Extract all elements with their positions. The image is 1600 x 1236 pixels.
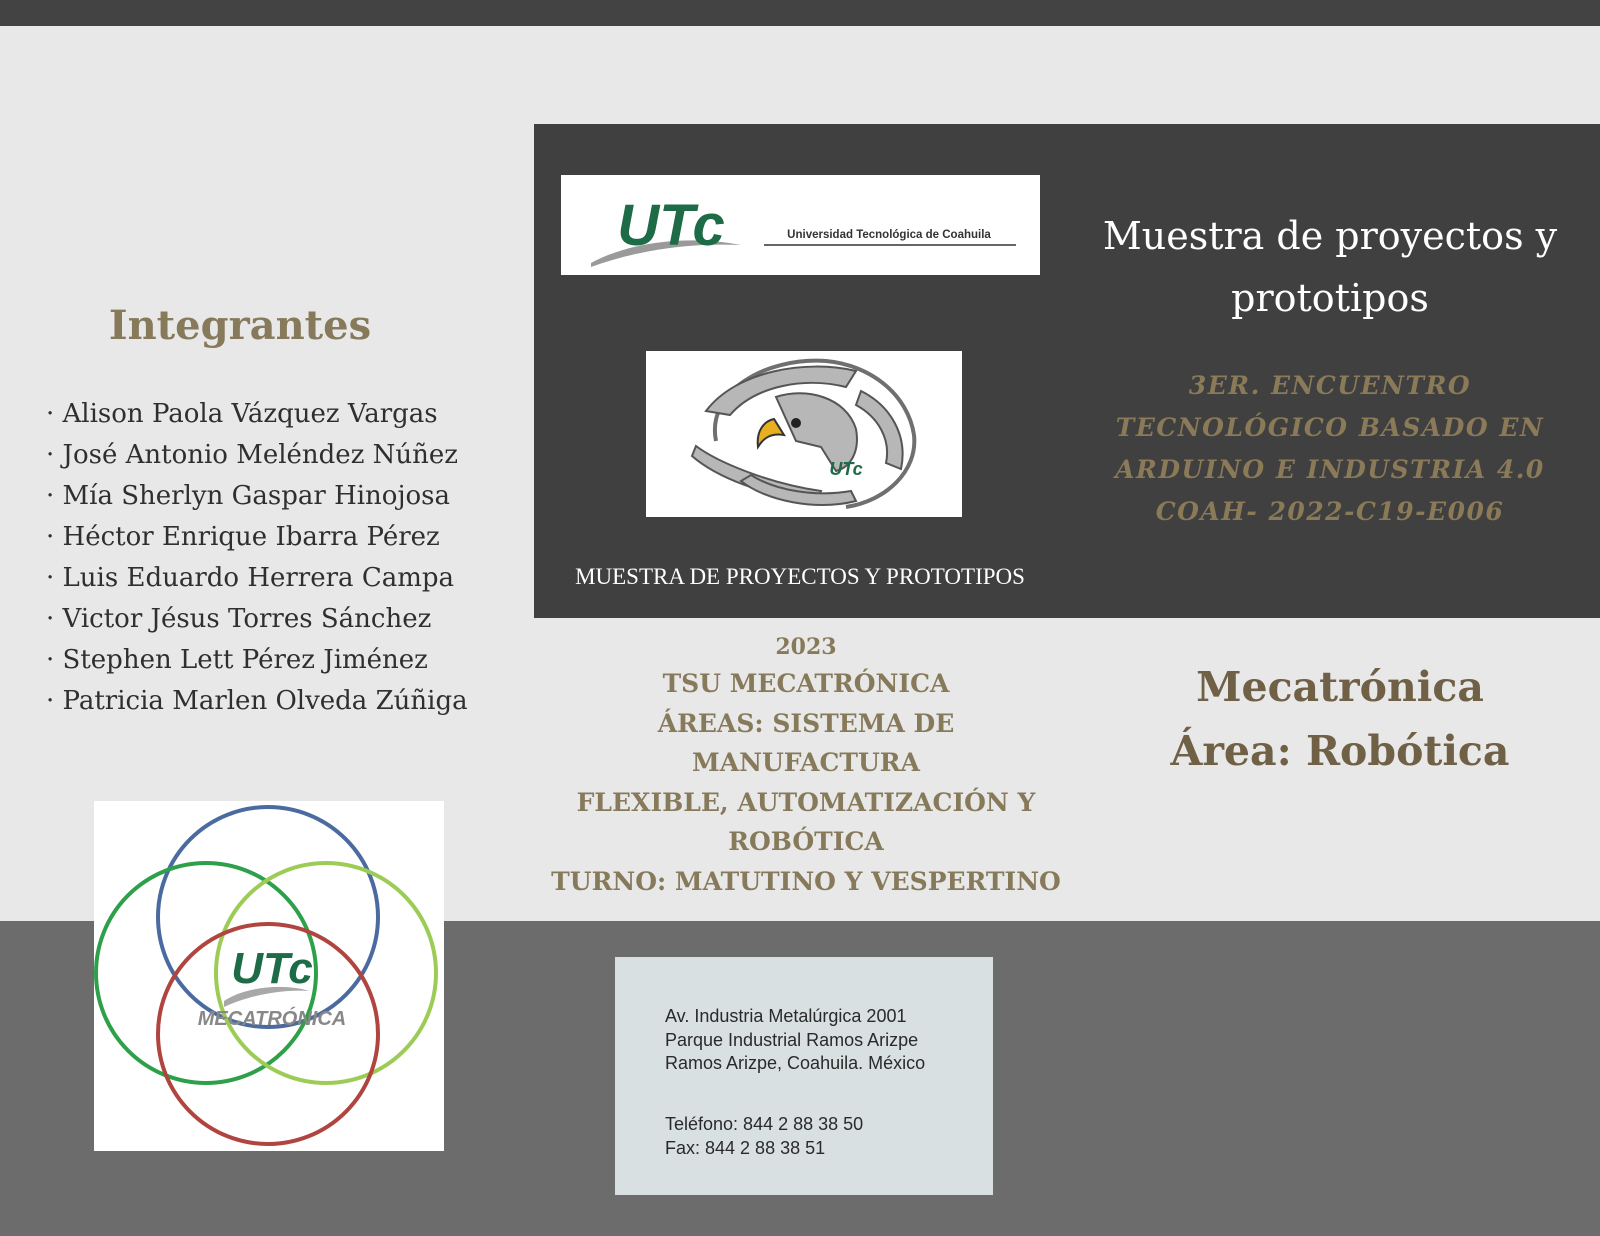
program-line: TSU MECATRÓNICA [662,669,950,698]
program-line: FLEXIBLE, AUTOMATIZACIÓN Y [576,787,1036,817]
ring-blue [156,805,380,1029]
event-subtitle-line: COAH- 2022-C19-E006 [1155,497,1505,526]
member-item: · Alison Paola Vázquez Vargas [46,399,438,429]
address-line: Av. Industria Metalúrgica 2001 [665,1006,907,1026]
address-line: Parque Industrial Ramos Arizpe [665,1029,919,1050]
member-item: · José Antonio Meléndez Núñez [46,440,458,470]
address-line: Ramos Arizpe, Coahuila. México [665,1053,926,1073]
venn-rings-icon: UTc MECATRÓNICA [94,805,438,1146]
panel-caption: MUESTRA DE PROYECTOS Y PROTOTIPOS [575,564,1025,589]
event-subtitle-line: TECNOLÓGICO BASADO EN [1115,413,1545,442]
members-list: · Alison Paola Vázquez Vargas · José Ant… [46,394,468,722]
program-line: ÁREAS: SISTEMA DE MANUFACTURA [657,708,955,778]
event-subtitle-line: ARDUINO E INDUSTRIA 4.0 [1115,455,1545,484]
program-year: 2023 [775,634,837,660]
member-item: · Héctor Enrique Ibarra Pérez [46,522,440,552]
fax-number: Fax: 844 2 88 38 51 [665,1137,826,1158]
mecatronica-caption: MECATRÓNICA [198,1006,347,1030]
event-title-line: prototipos [1231,276,1429,320]
mecatronica-logo: UTc MECATRÓNICA [94,801,444,1151]
area-line: Mecatrónica [1196,663,1484,711]
program-info: 2023 TSU MECATRÓNICA ÁREAS: SISTEMA DE M… [548,630,1064,901]
event-title: Muestra de proyectos y prototipos [1100,205,1560,329]
eagle-logo: UTc [646,351,962,517]
event-title-line: Muestra de proyectos y [1102,214,1558,258]
member-item: · Luis Eduardo Herrera Campa [46,563,455,593]
program-line: TURNO: MATUTINO Y VESPERTINO [551,866,1061,896]
member-item: · Patricia Marlen Olveda Zúñiga [46,686,468,716]
utc-logo-icon: UTc Universidad Tecnológica de Coahuila [591,193,1016,267]
member-item: · Victor Jésus Torres Sánchez [46,604,432,634]
utc-banner-logo-text: UTc [617,193,724,258]
contact-card: Av. Industria Metalúrgica 2001 Parque In… [615,957,993,1195]
university-name: Universidad Tecnológica de Coahuila [787,229,991,241]
area-heading: Mecatrónica Área: Robótica [1120,655,1560,783]
members-heading: Integrantes [108,302,372,349]
event-subtitle-line: 3ER. ENCUENTRO [1188,371,1472,400]
eagle-logo-text: UTc [829,459,862,479]
utc-banner-logo: UTc Universidad Tecnológica de Coahuila [561,175,1040,275]
member-item: · Mía Sherlyn Gaspar Hinojosa [46,481,451,511]
event-subtitle: 3ER. ENCUENTRO TECNOLÓGICO BASADO EN ARD… [1100,365,1560,533]
member-item: · Stephen Lett Pérez Jiménez [46,645,428,675]
program-line: ROBÓTICA [728,827,884,856]
eagle-gear-icon: UTc [690,358,917,509]
area-line: Área: Robótica [1170,727,1510,775]
phone-number: Teléfono: 844 2 88 38 50 [665,1114,864,1134]
mecatronica-logo-text: UTc [231,944,313,993]
top-bar [0,0,1600,26]
